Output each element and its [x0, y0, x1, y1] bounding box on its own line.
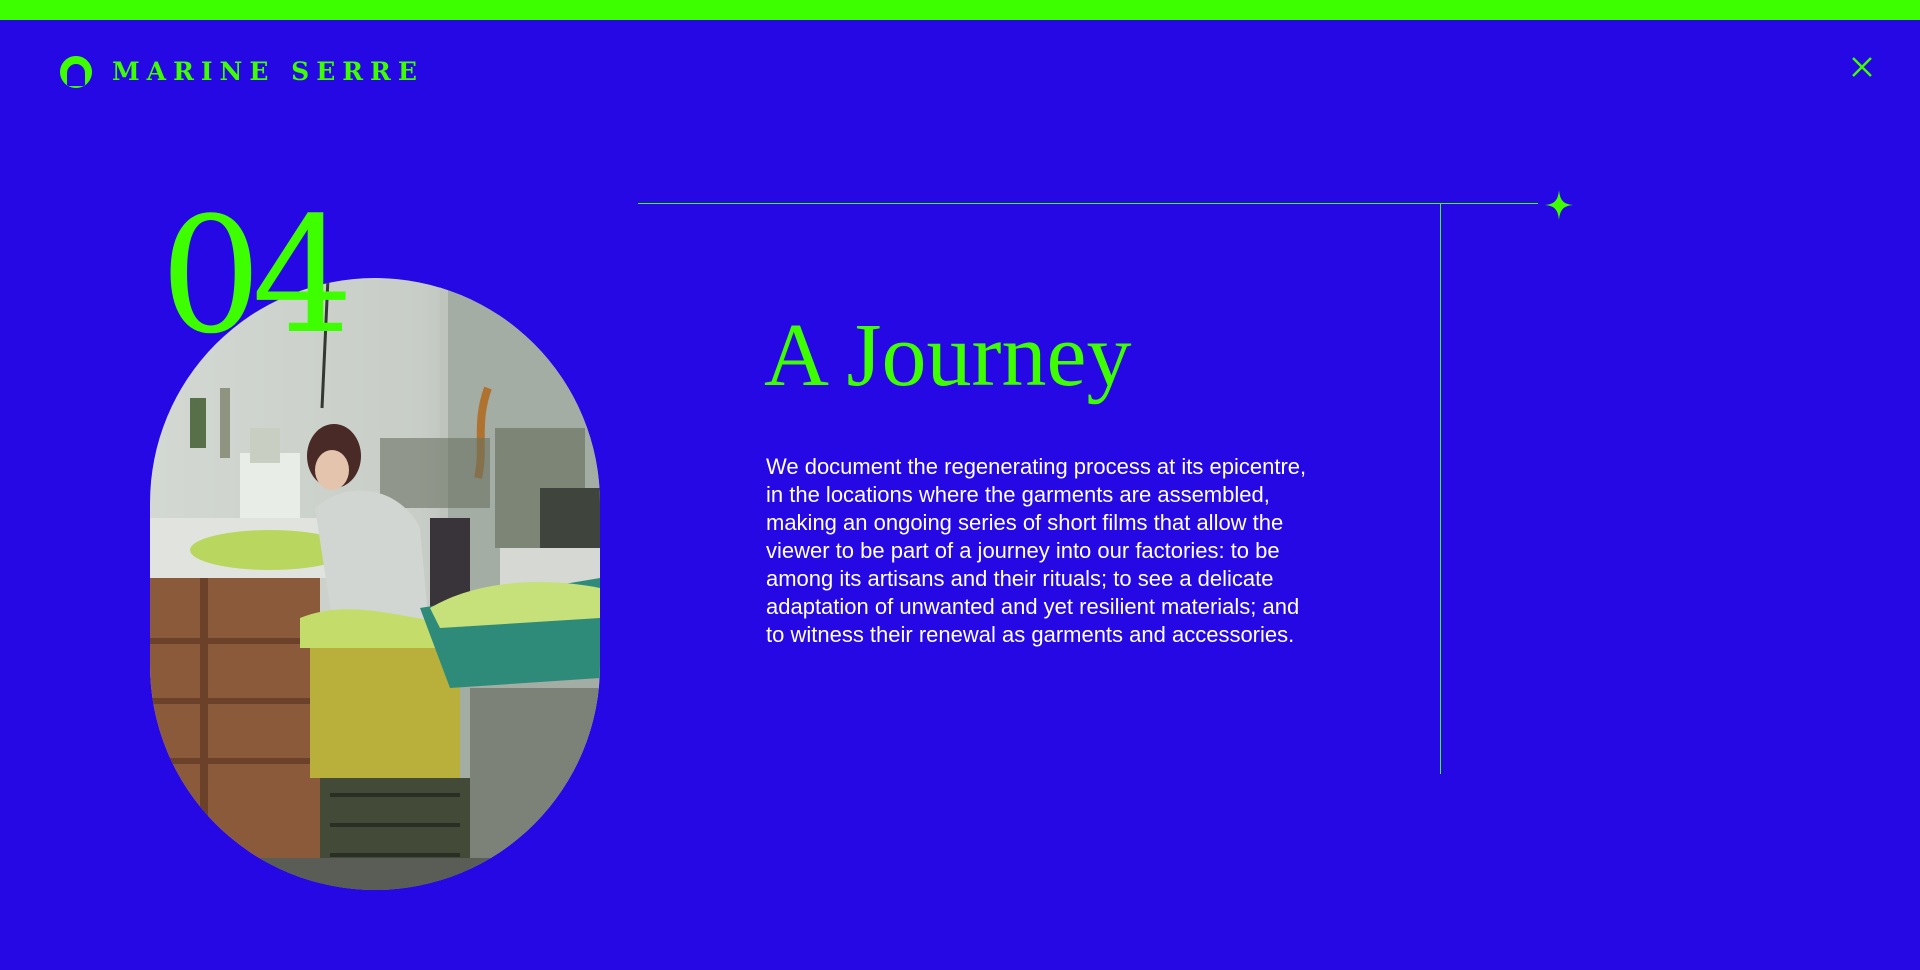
- factory-photo: [150, 278, 600, 890]
- close-button[interactable]: [1850, 55, 1874, 79]
- top-accent-bar: [0, 0, 1920, 20]
- four-point-star-icon: [1545, 190, 1573, 220]
- close-icon: [1852, 57, 1872, 77]
- section-number: 04: [160, 182, 354, 369]
- horizontal-divider: [638, 203, 1538, 204]
- vertical-divider: [1440, 203, 1441, 774]
- crescent-moon-icon: [59, 56, 92, 88]
- section-title: A Journey: [764, 306, 1132, 405]
- brand-logo-link[interactable]: MARINE SERRE: [58, 54, 424, 88]
- section-description: We document the regenerating process at …: [766, 454, 1307, 647]
- brand-name: MARINE SERRE: [112, 56, 424, 86]
